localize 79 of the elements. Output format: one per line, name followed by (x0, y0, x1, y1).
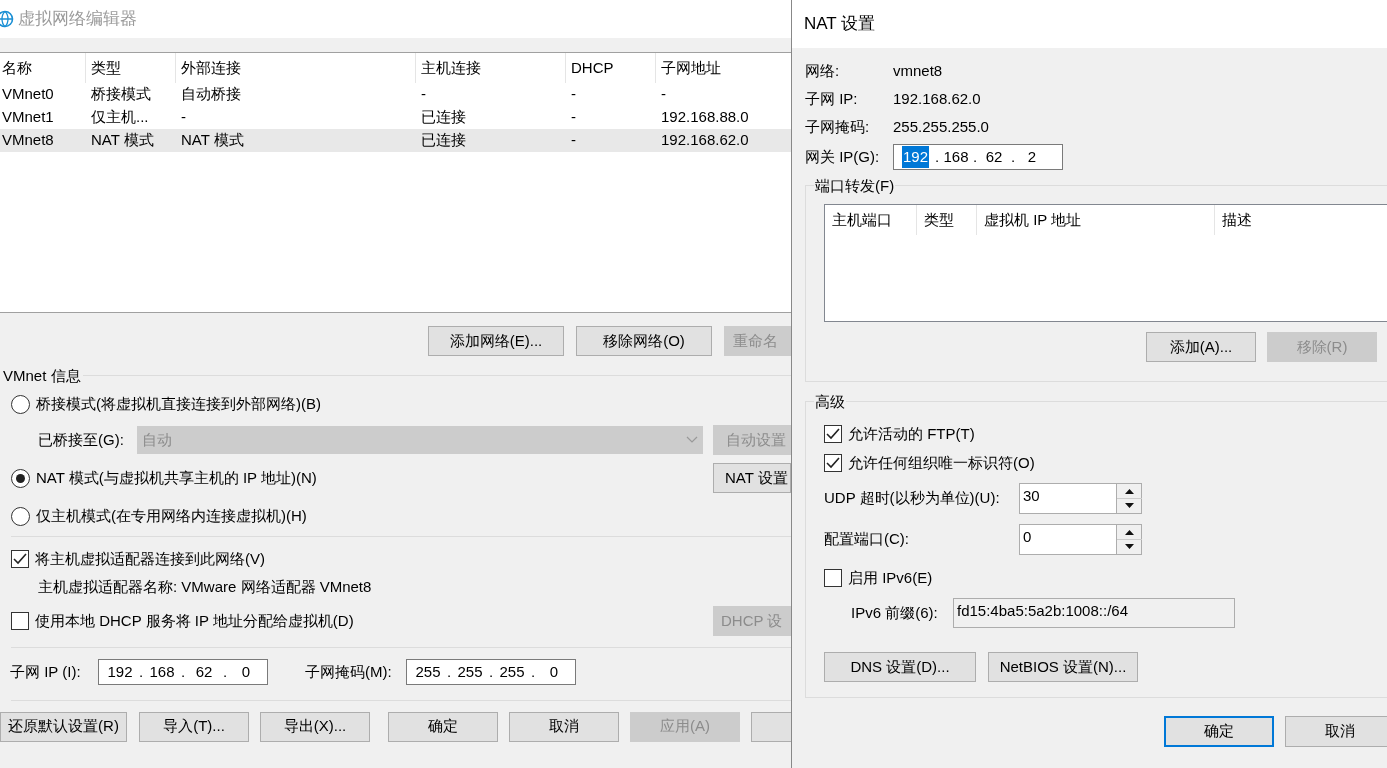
button[interactable]: DNS 设置(D)... (824, 652, 976, 682)
radio-button[interactable] (11, 506, 30, 526)
adapter-name-text: 主机虚拟适配器名称: VMware 网络适配器 VMnet8 (37, 579, 373, 595)
field-label: 配置端口(C): (824, 529, 910, 550)
table-cell-text: VMnet1 (1, 107, 55, 128)
button[interactable]: NAT 设置 (713, 463, 791, 493)
table-cell-text: 192.168.62.0 (660, 130, 750, 151)
table-cell-text: - (660, 84, 667, 105)
field-value: 192.168.62.0 (893, 88, 981, 109)
field-label: IPv6 前缀(6): (851, 602, 939, 623)
table-cell-text: NAT 模式 (180, 130, 245, 151)
checkbox-label: 允许任何组织唯一标识符(O) (848, 452, 1035, 473)
ip-address-field[interactable]: 192 . 168 . 62 . 0 (98, 659, 268, 685)
table-cell-text: 已连接 (420, 107, 467, 128)
field-value: 255.255.255.0 (893, 116, 989, 137)
radio-button[interactable] (11, 394, 30, 414)
checkbox-label: 启用 IPv6(E) (848, 567, 933, 588)
field-label: 网络: (805, 60, 841, 81)
button[interactable]: 还原默认设置(R) (0, 711, 127, 742)
table-cell-text: VMnet8 (1, 130, 55, 151)
table-row[interactable]: VMnet8 NAT 模式 NAT 模式 已连接 - 192.168.62.0 (0, 129, 791, 152)
checkbox[interactable] (824, 569, 842, 587)
radio-button[interactable] (11, 468, 30, 488)
checkbox[interactable] (11, 612, 29, 630)
checkbox-label: 将主机虚拟适配器连接到此网络(V) (35, 548, 265, 569)
button[interactable]: 添加网络(E)... (428, 326, 564, 356)
table-cell-text: NAT 模式 (90, 130, 155, 151)
spinner-arrows-icon[interactable] (1116, 525, 1141, 554)
column-header[interactable]: 类型 (917, 205, 977, 235)
field-label: 子网 IP: (805, 88, 859, 109)
field-label: 网关 IP(G): (805, 146, 881, 167)
table-cell-text: VMnet0 (1, 84, 55, 105)
table-cell-text: 192.168.88.0 (660, 107, 750, 128)
radio-label: 桥接模式(将虚拟机直接连接到外部网络)(B) (36, 393, 321, 414)
checkbox[interactable] (824, 454, 842, 472)
field-label: UDP 超时(以秒为单位)(U): (824, 488, 1001, 509)
table-cell-text: 自动桥接 (180, 84, 242, 105)
spinner-arrows-icon[interactable] (1116, 484, 1141, 513)
column-header[interactable]: 描述 (1215, 205, 1387, 235)
chevron-down-icon (686, 436, 698, 444)
table-cell-text: - (570, 84, 577, 105)
radio-label: NAT 模式(与虚拟机共享主机的 IP 地址)(N) (36, 467, 317, 488)
button[interactable]: 取消 (1285, 716, 1387, 747)
checkbox-label: 使用本地 DHCP 服务将 IP 地址分配给虚拟机(D) (35, 610, 354, 631)
button[interactable]: 移除网络(O) (576, 326, 712, 356)
table-cell-text: - (420, 84, 427, 105)
button[interactable]: 添加(A)... (1146, 332, 1256, 362)
table-cell-text: 仅主机... (90, 107, 150, 128)
dialog-title: NAT 设置 (804, 13, 876, 36)
field-value: vmnet8 (893, 60, 943, 81)
button[interactable]: 导入(T)... (139, 711, 249, 742)
button[interactable]: 导出(X)... (260, 711, 370, 742)
field-label: 子网掩码(M): (304, 661, 393, 682)
table-cell-text: - (180, 107, 187, 128)
group-title: VMnet 信息 (2, 365, 81, 386)
checkbox-label: 允许活动的 FTP(T) (848, 423, 975, 444)
checkbox[interactable] (824, 425, 842, 443)
spinner-field[interactable]: 0 (1019, 524, 1142, 555)
radio-label: 仅主机模式(在专用网络内连接虚拟机)(H) (36, 505, 307, 526)
button[interactable]: NetBIOS 设置(N)... (988, 652, 1138, 682)
table-cell-text: 桥接模式 (90, 84, 152, 105)
globe-icon (0, 10, 14, 28)
table-cell-text: - (570, 107, 577, 128)
column-header[interactable]: 名称 (0, 53, 85, 83)
table-cell-text: 已连接 (420, 130, 467, 151)
checkbox[interactable] (11, 550, 29, 568)
button[interactable]: 确定 (388, 711, 498, 742)
field-label: 子网 IP (I): (10, 661, 82, 682)
field-label: 子网掩码: (805, 116, 871, 137)
window-title: 虚拟网络编辑器 (18, 8, 137, 31)
ip-address-field[interactable]: 192 . 168 . 62 . 2 (893, 144, 1063, 170)
column-header[interactable]: 主机端口 (825, 205, 917, 235)
column-header[interactable]: 虚拟机 IP 地址 (977, 205, 1215, 235)
field-label: 已桥接至(G): (38, 429, 125, 450)
spinner-field[interactable]: 30 (1019, 483, 1142, 514)
button[interactable]: 取消 (509, 711, 619, 742)
button[interactable]: 确定 (1164, 716, 1274, 747)
table-cell-text: - (570, 130, 577, 151)
ip-address-field[interactable]: 255 . 255 . 255 . 0 (406, 659, 576, 685)
